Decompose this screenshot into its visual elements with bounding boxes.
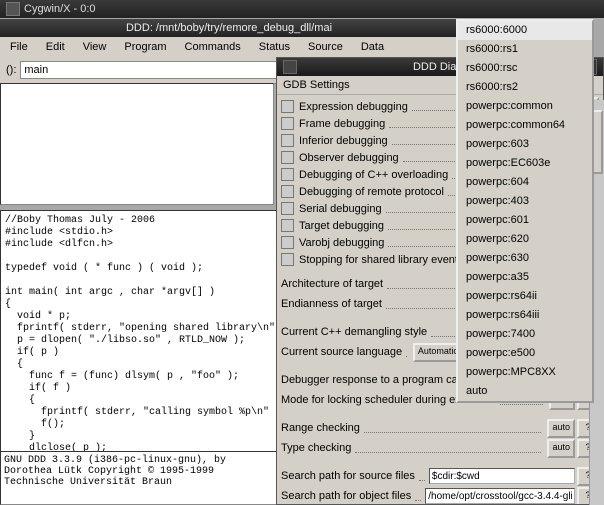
menu-source[interactable]: Source (302, 39, 349, 55)
checkbox[interactable] (281, 100, 294, 113)
type-label: Type checking (281, 442, 351, 454)
menu-item[interactable]: powerpc:620 (458, 230, 592, 249)
window-icon (6, 2, 20, 16)
toggle-label: Observer debugging (299, 152, 399, 164)
architecture-label: Architecture of target (281, 278, 383, 290)
menu-item[interactable]: powerpc:rs64ii (458, 287, 592, 306)
range-dropdown[interactable]: auto (547, 419, 575, 438)
outer-window-title: Cygwin/X - 0:0 (24, 0, 96, 18)
source-path-row: Search path for source files ? (281, 466, 599, 486)
menu-item[interactable]: rs6000:rs1 (458, 40, 592, 59)
checkbox[interactable] (281, 202, 294, 215)
menu-item[interactable]: powerpc:a35 (458, 268, 592, 287)
checkbox[interactable] (281, 219, 294, 232)
dialog-icon (283, 60, 297, 74)
toggle-label: Target debugging (299, 220, 384, 232)
toggle-label: Debugging of C++ overloading (299, 169, 448, 181)
menu-item[interactable]: powerpc:630 (458, 249, 592, 268)
ddd-window-title: DDD: /mnt/boby/try/remore_debug_dll/mai (126, 22, 332, 34)
menu-item[interactable]: auto (458, 382, 592, 401)
range-row: Range checking auto ? (281, 418, 599, 438)
argument-label: (): (6, 64, 16, 76)
source-view[interactable]: //Boby Thomas July - 2006 #include <stdi… (0, 210, 282, 455)
console-view[interactable]: GNU DDD 3.3.9 (i386-pc-linux-gnu), by Do… (0, 451, 280, 505)
checkbox[interactable] (281, 117, 294, 130)
demangling-label: Current C++ demangling style (281, 326, 427, 338)
toggle-label: Inferior debugging (299, 135, 388, 147)
checkbox[interactable] (281, 236, 294, 249)
menu-status[interactable]: Status (253, 39, 296, 55)
source-path-label: Search path for source files (281, 470, 415, 482)
toggle-label: Debugging of remote protocol (299, 186, 444, 198)
object-path-row: Search path for object files ? (281, 486, 599, 504)
architecture-menu[interactable]: rs6000:6000rs6000:rs1rs6000:rscrs6000:rs… (456, 19, 594, 403)
checkbox[interactable] (281, 134, 294, 147)
toggle-label: Expression debugging (299, 101, 408, 113)
range-label: Range checking (281, 422, 360, 434)
ddd-window-titlebar: DDD: /mnt/boby/try/remore_debug_dll/mai (0, 19, 458, 37)
type-dropdown[interactable]: auto (547, 439, 575, 458)
menu-item[interactable]: powerpc:MPC8XX (458, 363, 592, 382)
toggle-label: Stopping for shared library events (299, 254, 463, 266)
source-path-input[interactable] (429, 468, 575, 484)
checkbox[interactable] (281, 253, 294, 266)
menu-item[interactable]: powerpc:EC603e (458, 154, 592, 173)
menu-item[interactable]: powerpc:rs64iii (458, 306, 592, 325)
menu-item[interactable]: powerpc:7400 (458, 325, 592, 344)
object-path-input[interactable] (425, 488, 575, 504)
outer-window-titlebar: Cygwin/X - 0:0 (0, 0, 604, 18)
endianness-label: Endianness of target (281, 298, 382, 310)
menu-item[interactable]: powerpc:604 (458, 173, 592, 192)
type-row: Type checking auto ? (281, 438, 599, 458)
menu-program[interactable]: Program (118, 39, 172, 55)
menu-item[interactable]: rs6000:rsc (458, 59, 592, 78)
menu-edit[interactable]: Edit (40, 39, 71, 55)
menu-item[interactable]: rs6000:rs2 (458, 78, 592, 97)
menu-item[interactable]: powerpc:403 (458, 192, 592, 211)
menu-item[interactable]: powerpc:603 (458, 135, 592, 154)
menu-item[interactable]: rs6000:6000 (458, 21, 592, 40)
checkbox[interactable] (281, 185, 294, 198)
toggle-label: Varobj debugging (299, 237, 384, 249)
checkbox[interactable] (281, 151, 294, 164)
menu-item[interactable]: powerpc:common (458, 97, 592, 116)
menu-data[interactable]: Data (355, 39, 390, 55)
menu-item[interactable]: powerpc:e500 (458, 344, 592, 363)
toggle-label: Serial debugging (299, 203, 382, 215)
menu-item[interactable]: powerpc:601 (458, 211, 592, 230)
menubar: File Edit View Program Commands Status S… (0, 37, 458, 58)
object-path-label: Search path for object files (281, 490, 411, 502)
data-canvas[interactable] (0, 83, 274, 205)
menu-item[interactable]: powerpc:common64 (458, 116, 592, 135)
menu-file[interactable]: File (4, 39, 34, 55)
toggle-label: Frame debugging (299, 118, 385, 130)
source-language-label: Current source language (281, 346, 402, 358)
checkbox[interactable] (281, 168, 294, 181)
menu-commands[interactable]: Commands (179, 39, 247, 55)
menu-view[interactable]: View (77, 39, 113, 55)
